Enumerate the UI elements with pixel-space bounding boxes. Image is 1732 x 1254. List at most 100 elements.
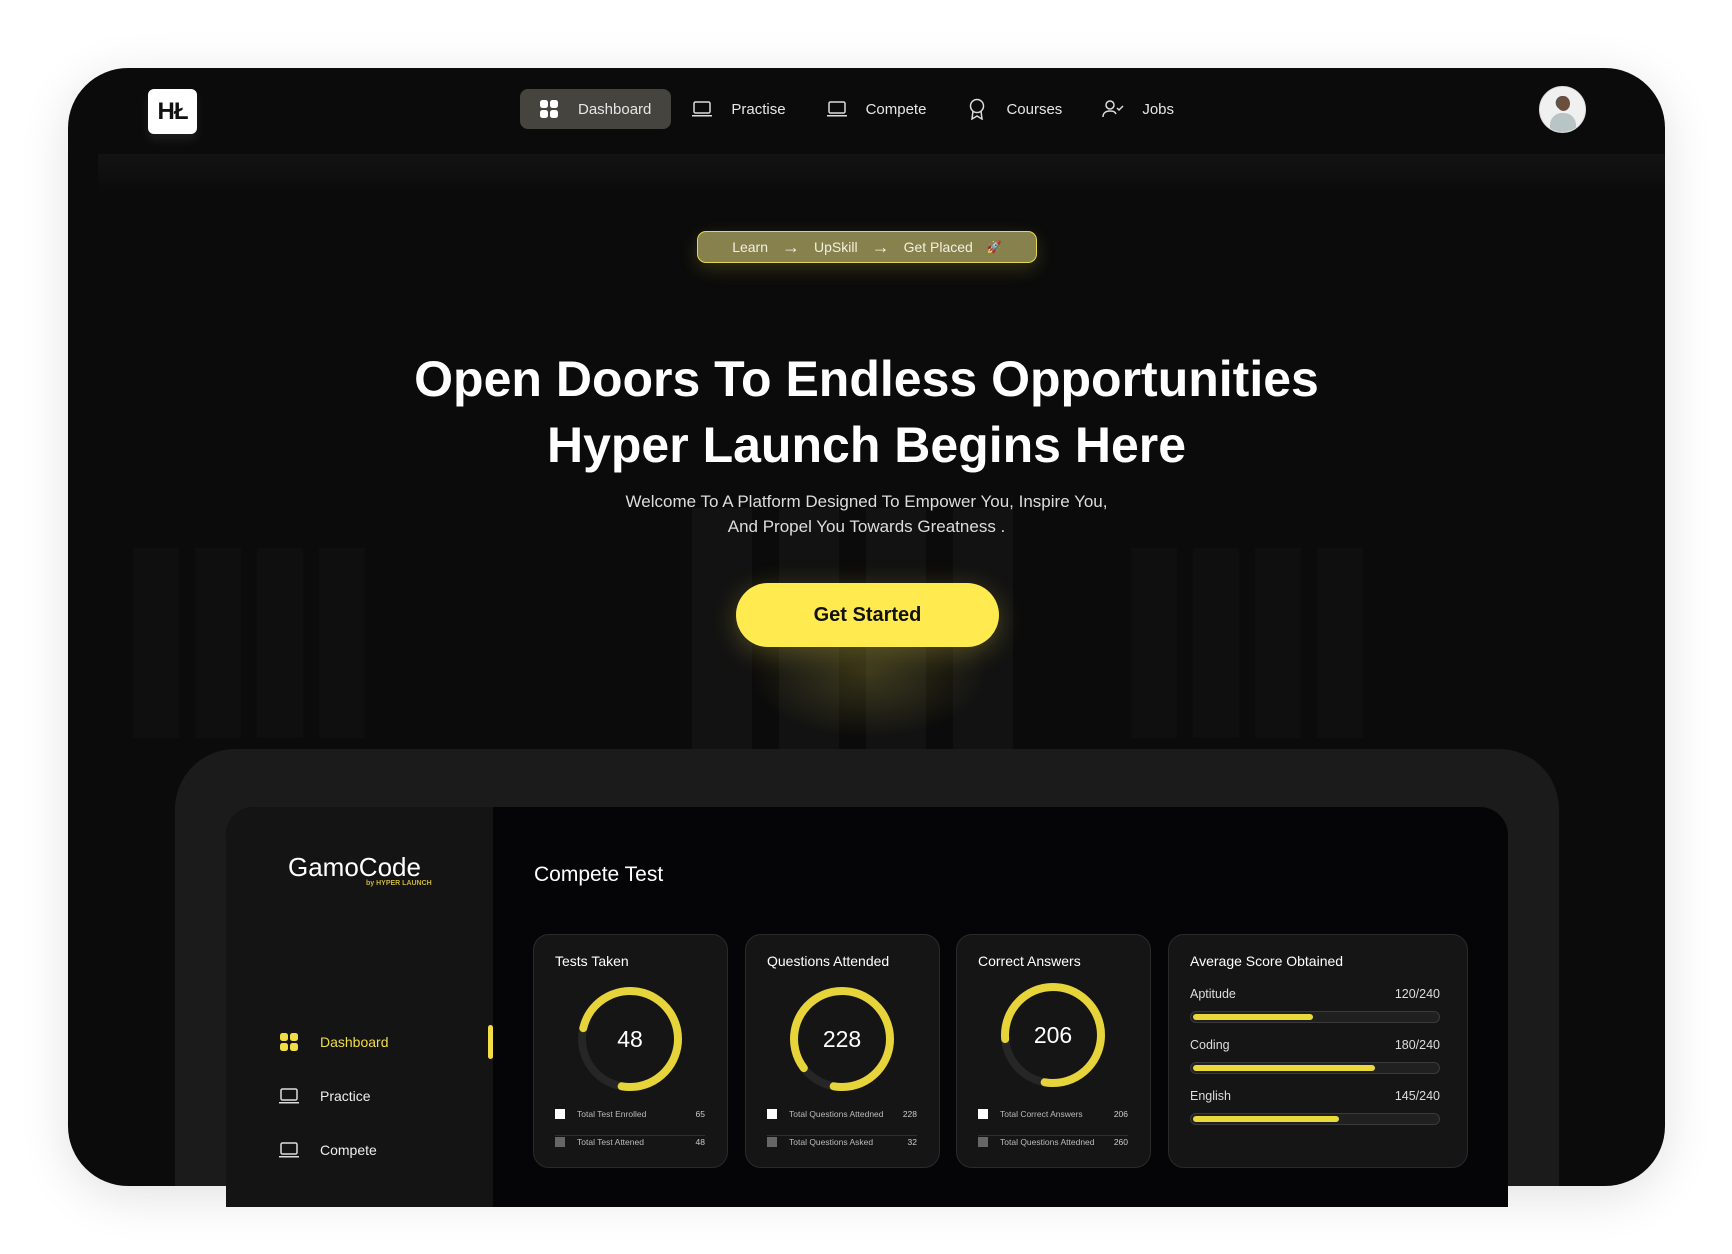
- legend-swatch: [978, 1109, 988, 1119]
- nav-item-jobs[interactable]: Jobs: [1082, 89, 1194, 129]
- award-icon: [966, 98, 988, 120]
- score-value: 120/240: [1394, 987, 1440, 1001]
- divider: [555, 1135, 705, 1136]
- legend-row: Total Questions Attedned 260: [978, 1137, 1128, 1147]
- legend-label: Total Questions Attedned: [789, 1109, 884, 1119]
- get-started-button[interactable]: Get Started: [736, 583, 999, 647]
- ring-value: 48: [617, 1025, 643, 1052]
- sidebar-item-compete[interactable]: Compete: [278, 1139, 377, 1161]
- stat-card-correct-answers: Correct Answers 206 Total Correct Answer…: [956, 934, 1151, 1168]
- top-navbar: HŁ Dashboard Practise Compete Courses Jo…: [68, 68, 1665, 154]
- laptop-icon: [826, 98, 848, 120]
- nav-item-courses[interactable]: Courses: [946, 89, 1082, 129]
- legend-swatch: [555, 1109, 565, 1119]
- nav-label: Compete: [865, 100, 927, 118]
- score-bar: [1190, 1062, 1440, 1074]
- legend-swatch: [978, 1137, 988, 1147]
- laptop-icon: [278, 1139, 300, 1161]
- score-bar-fill: [1193, 1065, 1375, 1071]
- hero-subtitle-line: And Propel You Towards Greatness .: [727, 517, 1006, 536]
- nav-label: Courses: [1006, 100, 1063, 118]
- divider: [767, 1135, 917, 1136]
- brand-name: GamoCode: [288, 852, 421, 882]
- nav-item-compete[interactable]: Compete: [806, 89, 947, 129]
- stat-card-tests-taken: Tests Taken 48 Total Test Enrolled 65 To…: [533, 934, 728, 1168]
- bg-pillar: [133, 548, 179, 738]
- score-bar-fill: [1193, 1014, 1313, 1020]
- bg-pillar: [1255, 548, 1301, 738]
- stat-card-questions-attended: Questions Attended 228 Total Questions A…: [745, 934, 940, 1168]
- hero-title-line: Open Doors To Endless Opportunities: [414, 351, 1319, 407]
- score-label: Aptitude: [1190, 987, 1236, 1001]
- score-value: 145/240: [1394, 1089, 1440, 1103]
- tagline-step: UpSkill: [814, 239, 858, 255]
- gamocode-logo: GamoCode by HYPER LAUNCH: [288, 852, 432, 887]
- hero-title: Open Doors To Endless Opportunities Hype…: [68, 346, 1665, 478]
- score-label: English: [1190, 1089, 1231, 1103]
- ring-value: 206: [1033, 1021, 1073, 1048]
- rocket-icon: 🚀: [986, 240, 1002, 254]
- legend-row: Total Questions Attedned 228: [767, 1109, 917, 1119]
- legend-row: Total Questions Asked 32: [767, 1137, 917, 1147]
- bg-pillar: [1317, 548, 1363, 738]
- bg-pillar: [1193, 548, 1239, 738]
- dashboard-preview: GamoCode by HYPER LAUNCH Dashboard Pract…: [226, 807, 1508, 1207]
- nav-item-practise[interactable]: Practise: [671, 89, 805, 129]
- card-title: Tests Taken: [555, 953, 629, 969]
- avatar-body: [1550, 113, 1576, 132]
- nav-label: Practise: [731, 100, 786, 118]
- card-title: Average Score Obtained: [1190, 953, 1344, 969]
- logo[interactable]: HŁ: [148, 89, 197, 134]
- sidebar-item-practice[interactable]: Practice: [278, 1085, 371, 1107]
- legend-row: Total Correct Answers 206: [978, 1109, 1128, 1119]
- legend-label: Total Questions Asked: [789, 1137, 874, 1147]
- ring-value: 228: [822, 1025, 862, 1052]
- avatar-head: [1557, 96, 1570, 111]
- tagline-pill: Learn → UpSkill → Get Placed 🚀: [697, 231, 1037, 263]
- average-score-card: Average Score Obtained Aptitude 120/240 C…: [1168, 934, 1468, 1168]
- card-title: Questions Attended: [767, 953, 890, 969]
- bg-pillar: [1131, 548, 1177, 738]
- legend-label: Total Questions Attedned: [1000, 1137, 1095, 1147]
- compete-test-title: Compete Test: [534, 863, 664, 886]
- tagline-step: Get Placed: [903, 239, 973, 255]
- bg-pillar: [319, 548, 365, 738]
- score-label: Coding: [1190, 1038, 1230, 1052]
- sidebar-label: Practice: [320, 1088, 371, 1104]
- score-value: 180/240: [1394, 1038, 1440, 1052]
- legend-row: Total Test Enrolled 65: [555, 1109, 705, 1119]
- tagline-step: Learn: [732, 239, 768, 255]
- sidebar-item-dashboard[interactable]: Dashboard: [278, 1031, 389, 1053]
- user-avatar[interactable]: [1539, 86, 1586, 133]
- legend-value: 65: [695, 1109, 705, 1119]
- grid-icon: [538, 98, 560, 120]
- hero-title-line: Hyper Launch Begins Here: [546, 417, 1187, 473]
- preview-sidebar: GamoCode by HYPER LAUNCH Dashboard Pract…: [226, 807, 493, 1207]
- grid-icon: [278, 1031, 300, 1053]
- hero-subtitle: Welcome To A Platform Designed To Empowe…: [68, 489, 1665, 539]
- laptop-icon: [691, 98, 713, 120]
- user-check-icon: [1102, 98, 1124, 120]
- score-row-coding: Coding 180/240: [1190, 1038, 1440, 1074]
- legend-swatch: [767, 1137, 777, 1147]
- divider: [978, 1135, 1128, 1136]
- bg-pillar: [257, 548, 303, 738]
- arrow-right-icon: →: [782, 237, 800, 257]
- score-row-aptitude: Aptitude 120/240: [1190, 987, 1440, 1023]
- nav-label: Jobs: [1142, 100, 1174, 118]
- legend-swatch: [555, 1137, 565, 1147]
- bg-pillar: [195, 548, 241, 738]
- legend-swatch: [767, 1109, 777, 1119]
- score-bar-fill: [1193, 1116, 1339, 1122]
- card-title: Correct Answers: [978, 953, 1081, 969]
- score-bar: [1190, 1011, 1440, 1023]
- legend-value: 206: [1113, 1109, 1128, 1119]
- legend-value: 260: [1113, 1137, 1128, 1147]
- nav-item-dashboard[interactable]: Dashboard: [520, 89, 672, 129]
- score-row-english: English 145/240: [1190, 1089, 1440, 1125]
- laptop-icon: [278, 1085, 300, 1107]
- nav-label: Dashboard: [578, 100, 652, 118]
- hero-subtitle-line: Welcome To A Platform Designed To Empowe…: [625, 492, 1108, 511]
- active-indicator: [488, 1025, 493, 1059]
- legend-value: 48: [695, 1137, 705, 1147]
